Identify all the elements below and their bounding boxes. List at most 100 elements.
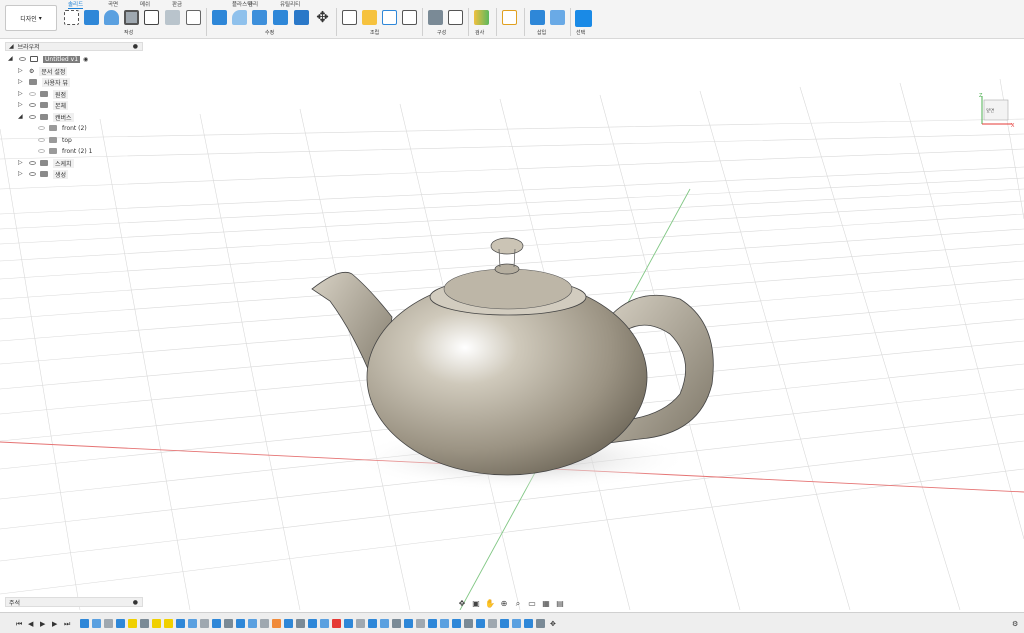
timeline-feature-icon[interactable] bbox=[272, 619, 281, 628]
timeline-feature-icon[interactable] bbox=[356, 619, 365, 628]
viewport-canvas[interactable] bbox=[0, 39, 1024, 610]
comments-panel[interactable]: 주석 ● bbox=[5, 597, 143, 607]
timeline-feature-icon[interactable] bbox=[296, 619, 305, 628]
timeline-feature-icon[interactable] bbox=[152, 619, 161, 628]
tree-item-doc-settings[interactable]: ▷ ⚙ 문서 설정 bbox=[18, 66, 68, 76]
shell-icon[interactable] bbox=[273, 10, 288, 25]
group-inspect-label[interactable]: 검사 bbox=[475, 29, 484, 36]
3d-viewport[interactable]: 앞면 Z X bbox=[0, 39, 1024, 610]
timeline-feature-icon[interactable] bbox=[320, 619, 329, 628]
active-radio-icon[interactable]: ◉ bbox=[83, 56, 88, 63]
new-joint-icon[interactable] bbox=[342, 10, 357, 25]
tab-manage[interactable]: 관리 bbox=[248, 0, 258, 8]
visibility-eye-icon[interactable] bbox=[29, 172, 36, 176]
timeline-feature-icon[interactable] bbox=[80, 619, 89, 628]
timeline-feature-icon[interactable] bbox=[212, 619, 221, 628]
settings-icon[interactable]: ⚙ bbox=[1012, 620, 1018, 628]
timeline-feature-icon[interactable] bbox=[536, 619, 545, 628]
joint-origin-icon[interactable] bbox=[382, 10, 397, 25]
select-arrow-icon[interactable] bbox=[575, 10, 592, 27]
timeline-feature-icon[interactable] bbox=[428, 619, 437, 628]
display-settings-icon[interactable]: ▭ bbox=[527, 599, 537, 608]
visibility-eye-icon[interactable] bbox=[19, 57, 26, 61]
timeline-feature-icon[interactable] bbox=[308, 619, 317, 628]
timeline-feature-icon[interactable] bbox=[128, 619, 137, 628]
grid-icon[interactable]: ▦ bbox=[541, 599, 551, 608]
group-insert-label[interactable]: 삽입 bbox=[537, 29, 546, 36]
timeline-feature-icon[interactable] bbox=[512, 619, 521, 628]
timeline-feature-icon[interactable] bbox=[344, 619, 353, 628]
offset-plane-icon[interactable] bbox=[428, 10, 443, 25]
tab-sheet-metal[interactable]: 판금 bbox=[172, 0, 182, 8]
orbit-icon[interactable]: ✥ bbox=[457, 599, 467, 608]
timeline-feature-icon[interactable] bbox=[500, 619, 509, 628]
tree-item-bodies[interactable]: ▷ 본체 bbox=[18, 100, 69, 110]
tab-surface[interactable]: 곡면 bbox=[108, 0, 118, 8]
timeline-feature-icon[interactable] bbox=[248, 619, 257, 628]
timeline-feature-icon[interactable] bbox=[380, 619, 389, 628]
visibility-eye-icon[interactable] bbox=[38, 149, 45, 153]
timeline-feature-icon[interactable] bbox=[464, 619, 473, 628]
timeline-marker-icon[interactable]: ✥ bbox=[550, 620, 556, 628]
timeline-feature-icon[interactable] bbox=[236, 619, 245, 628]
chamfer-icon[interactable] bbox=[252, 10, 267, 25]
timeline-feature-icon[interactable] bbox=[224, 619, 233, 628]
workspace-switcher-button[interactable]: 디자인 ▾ bbox=[5, 5, 57, 31]
timeline-feature-icon[interactable] bbox=[404, 619, 413, 628]
combine-icon[interactable] bbox=[294, 10, 309, 25]
timeline-feature-icon[interactable] bbox=[476, 619, 485, 628]
timeline-feature-icon[interactable] bbox=[284, 619, 293, 628]
as-built-joint-icon[interactable] bbox=[362, 10, 377, 25]
press-pull-icon[interactable] bbox=[212, 10, 227, 25]
timeline-feature-icon[interactable] bbox=[524, 619, 533, 628]
go-to-end-icon[interactable]: ⏭ bbox=[64, 620, 70, 629]
timeline-feature-icon[interactable] bbox=[440, 619, 449, 628]
revolve-icon[interactable] bbox=[124, 10, 139, 25]
timeline-feature-icon[interactable] bbox=[104, 619, 113, 628]
new-sketch-icon[interactable] bbox=[64, 10, 79, 25]
timeline-feature-icon[interactable] bbox=[332, 619, 341, 628]
viewport-layout-icon[interactable]: ▤ bbox=[555, 599, 565, 608]
pan-icon[interactable]: ✋ bbox=[485, 599, 495, 608]
fit-icon[interactable]: ⌕ bbox=[513, 599, 523, 608]
tree-item-sketches[interactable]: ▷ 스케치 bbox=[18, 158, 74, 168]
loft-icon[interactable] bbox=[165, 10, 180, 25]
visibility-eye-icon[interactable] bbox=[29, 103, 36, 107]
timeline-feature-icon[interactable] bbox=[116, 619, 125, 628]
tree-item-canvas-top[interactable]: top bbox=[38, 135, 72, 145]
sweep-icon[interactable] bbox=[144, 10, 159, 25]
timeline-feature-icon[interactable] bbox=[140, 619, 149, 628]
timeline-feature-icon[interactable] bbox=[416, 619, 425, 628]
tree-item-construction[interactable]: ▷ 생성 bbox=[18, 169, 69, 179]
move-icon[interactable]: ✥ bbox=[315, 10, 330, 25]
tab-utilities[interactable]: 유틸리티 bbox=[280, 0, 300, 8]
zebra-analysis-icon[interactable] bbox=[474, 10, 489, 25]
rigid-group-icon[interactable] bbox=[402, 10, 417, 25]
tab-solid[interactable]: 솔리드 bbox=[68, 0, 84, 9]
tree-item-canvas-front-2-1[interactable]: front (2) 1 bbox=[38, 146, 92, 156]
viewcube-icon[interactable]: 앞면 Z X bbox=[976, 88, 1016, 129]
group-create-label[interactable]: 작성 bbox=[124, 29, 133, 36]
browser-header[interactable]: ◢ 브라우저 ● bbox=[5, 42, 143, 51]
look-at-icon[interactable]: ▣ bbox=[471, 599, 481, 608]
tab-mesh[interactable]: 메쉬 bbox=[140, 0, 150, 8]
step-forward-icon[interactable]: ▶ bbox=[52, 620, 57, 628]
construct-table-icon[interactable] bbox=[448, 10, 463, 25]
pin-icon[interactable]: ● bbox=[133, 599, 138, 606]
fillet-icon[interactable] bbox=[232, 10, 247, 25]
pin-icon[interactable]: ● bbox=[133, 43, 138, 50]
timeline-feature-icon[interactable] bbox=[176, 619, 185, 628]
tree-item-canvases[interactable]: ◢ 캔버스 bbox=[18, 112, 74, 122]
timeline-feature-icon[interactable] bbox=[200, 619, 209, 628]
timeline-feature-icon[interactable] bbox=[488, 619, 497, 628]
visibility-eye-icon[interactable] bbox=[38, 138, 45, 142]
insert-text-icon[interactable] bbox=[530, 10, 545, 25]
timeline-feature-icon[interactable] bbox=[392, 619, 401, 628]
extrude-icon[interactable] bbox=[104, 10, 119, 25]
group-select-label[interactable]: 선택 bbox=[576, 29, 585, 36]
tree-item-origin[interactable]: ▷ 원점 bbox=[18, 89, 69, 99]
group-modify-label[interactable]: 수정 bbox=[265, 29, 274, 36]
step-back-icon[interactable]: ◀ bbox=[28, 620, 33, 628]
new-component-icon[interactable] bbox=[84, 10, 99, 25]
go-to-start-icon[interactable]: ⏮ bbox=[16, 620, 22, 629]
